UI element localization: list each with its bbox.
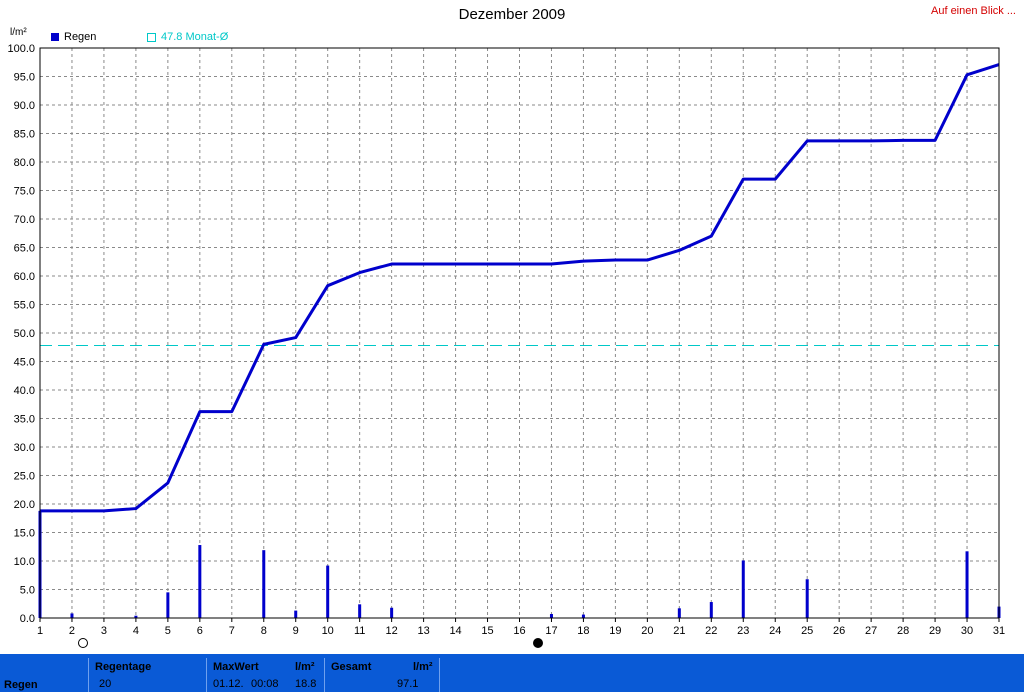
rain-bar	[294, 610, 298, 618]
y-tick-label: 95.0	[14, 72, 35, 84]
x-tick-label: 7	[229, 625, 235, 637]
x-tick-label: 18	[577, 625, 589, 637]
maxwert-cell: MaxWert l/m² 01.12. 00:08 18.8	[206, 658, 324, 692]
rain-bar	[581, 614, 585, 618]
rain-bar	[166, 592, 170, 618]
y-tick-label: 35.0	[14, 414, 35, 426]
x-tick-label: 31	[993, 625, 1005, 637]
range-start-marker	[78, 638, 88, 648]
x-tick-label: 10	[322, 625, 334, 637]
x-tick-label: 16	[513, 625, 525, 637]
y-tick-label: 75.0	[14, 186, 35, 198]
rain-bar	[709, 602, 713, 618]
y-tick-label: 85.0	[14, 129, 35, 141]
rain-chart: 0.0 5.0 10.0 15.0 20.0 25.0 30.0 35.0 40.0 45.0 50…	[7, 43, 1005, 648]
rain-bar	[198, 545, 202, 618]
gesamt-label: Gesamt	[331, 661, 372, 673]
x-tick-label: 5	[165, 625, 171, 637]
summary-bar: Regen Regentage 20 MaxWert l/m² 01.12. 0…	[0, 654, 1024, 692]
maxwert-date: 01.12.	[213, 678, 244, 690]
x-tick-label: 14	[449, 625, 461, 637]
maxwert-value: 18.8	[295, 678, 317, 690]
y-tick-label: 100.0	[7, 43, 35, 55]
regentage-cell: Regentage 20	[88, 658, 206, 692]
x-tick-label: 30	[961, 625, 973, 637]
y-tick-label: 25.0	[14, 471, 35, 483]
x-tick-label: 11	[354, 625, 365, 637]
x-tick-label: 1	[37, 625, 43, 637]
range-mid-marker	[533, 638, 543, 648]
regentage-value: 20	[99, 678, 112, 690]
x-tick-label: 9	[293, 625, 299, 637]
y-axis-ticks: 0.0 5.0 10.0 15.0 20.0 25.0 30.0 35.0 40.0 45.0 50…	[7, 43, 35, 625]
x-axis-ticks: 1 2 3 4 5 6 7 8 9 10 11 12 13 14 15 16 17 18 19 20 21 22 23 24 2…	[37, 618, 1005, 637]
y-tick-label: 40.0	[14, 385, 35, 397]
y-tick-label: 10.0	[14, 556, 35, 568]
cumulative-rain-line	[40, 63, 1000, 513]
x-tick-label: 12	[386, 625, 398, 637]
y-tick-label: 45.0	[14, 357, 35, 369]
y-tick-label: 0.0	[20, 613, 35, 625]
rain-bar	[741, 560, 745, 618]
y-tick-label: 65.0	[14, 243, 35, 255]
rain-bar	[326, 565, 330, 618]
gesamt-unit: l/m²	[413, 661, 433, 673]
y-tick-label: 80.0	[14, 157, 35, 169]
y-tick-label: 15.0	[14, 528, 35, 540]
footer-row-label: Regen	[4, 679, 38, 691]
x-tick-label: 19	[609, 625, 621, 637]
x-tick-label: 20	[641, 625, 653, 637]
rain-bar	[70, 613, 74, 618]
y-tick-label: 90.0	[14, 100, 35, 112]
x-tick-label: 21	[673, 625, 685, 637]
y-tick-label: 30.0	[14, 442, 35, 454]
gesamt-value: 97.1	[397, 678, 419, 690]
y-tick-label: 5.0	[20, 585, 35, 597]
x-tick-label: 8	[261, 625, 267, 637]
x-tick-label: 3	[101, 625, 107, 637]
x-tick-label: 2	[69, 625, 75, 637]
maxwert-unit: l/m²	[295, 661, 315, 673]
y-tick-label: 55.0	[14, 300, 35, 312]
x-tick-label: 28	[897, 625, 909, 637]
rain-bar	[965, 551, 969, 618]
x-tick-label: 13	[417, 625, 429, 637]
x-tick-label: 24	[769, 625, 781, 637]
x-tick-label: 26	[833, 625, 845, 637]
y-tick-label: 60.0	[14, 271, 35, 283]
y-tick-label: 70.0	[14, 214, 35, 226]
rain-bar	[262, 550, 266, 618]
rain-bar	[549, 614, 553, 618]
gesamt-cell: Gesamt l/m² 97.1	[324, 658, 440, 692]
x-tick-label: 22	[705, 625, 717, 637]
x-tick-label: 15	[481, 625, 493, 637]
rain-bar	[677, 608, 681, 618]
x-tick-label: 6	[197, 625, 203, 637]
rain-bar	[805, 579, 809, 618]
y-tick-label: 20.0	[14, 499, 35, 511]
rain-bar	[358, 604, 362, 618]
maxwert-time: 00:08	[251, 678, 279, 690]
scroll-markers	[78, 638, 543, 648]
chart-grid	[40, 48, 999, 618]
x-tick-label: 17	[545, 625, 557, 637]
regentage-label: Regentage	[95, 661, 152, 673]
maxwert-label: MaxWert	[213, 661, 259, 673]
rain-bar	[390, 607, 394, 618]
y-tick-label: 50.0	[14, 328, 35, 340]
x-tick-label: 27	[865, 625, 877, 637]
x-tick-label: 4	[133, 625, 139, 637]
x-tick-label: 29	[929, 625, 941, 637]
x-tick-label: 25	[801, 625, 813, 637]
x-tick-label: 23	[737, 625, 749, 637]
